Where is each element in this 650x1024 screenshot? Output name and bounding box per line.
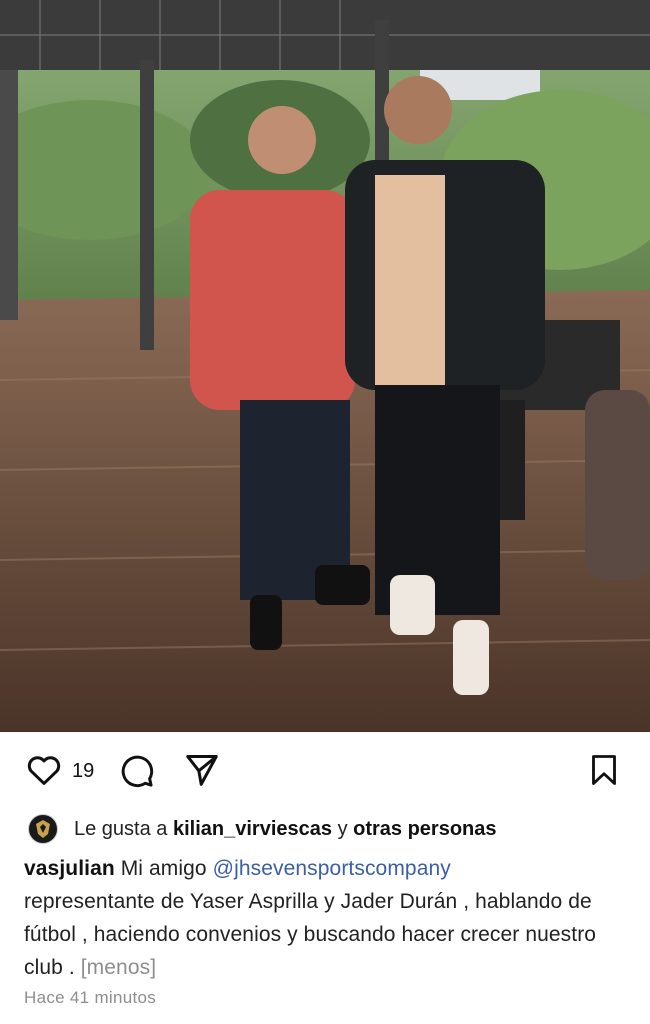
- liked-by-others[interactable]: otras personas: [353, 818, 496, 841]
- caption-username[interactable]: vasjulian: [24, 857, 115, 880]
- caption-mention[interactable]: @jhsevensportscompany: [213, 857, 451, 880]
- bookmark-icon[interactable]: [584, 750, 624, 790]
- post-timestamp: Hace 41 minutos: [24, 988, 157, 1007]
- like-count[interactable]: 19: [72, 760, 94, 783]
- liker-avatar[interactable]: [28, 814, 58, 844]
- caption-text-intro: Mi amigo: [120, 857, 207, 880]
- post-photo[interactable]: [0, 0, 650, 732]
- caption-less-link[interactable]: [menos]: [81, 956, 156, 979]
- send-icon[interactable]: [182, 750, 222, 790]
- liked-by-user[interactable]: kilian_virviescas: [173, 818, 332, 841]
- post-action-bar: 19: [0, 740, 650, 804]
- liked-by-prefix: Le gusta a: [74, 817, 168, 840]
- comment-icon[interactable]: [116, 750, 156, 790]
- heart-icon[interactable]: [24, 750, 64, 790]
- post-caption: vasjulian Mi amigo @jhsevensportscompany…: [24, 852, 634, 984]
- liked-by-row[interactable]: Le gusta a kilian_virviescas y otras per…: [28, 812, 497, 846]
- liked-by-connector: y: [337, 817, 348, 840]
- team-crest-icon: [36, 820, 50, 838]
- post-image: [0, 0, 650, 732]
